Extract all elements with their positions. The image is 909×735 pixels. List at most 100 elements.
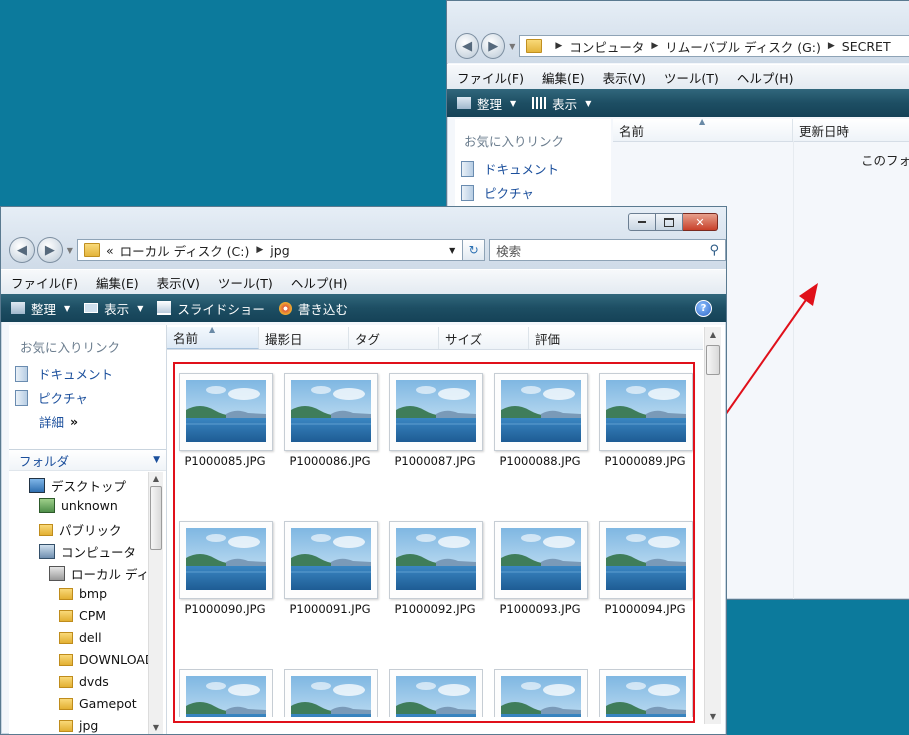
image-thumbnail[interactable] bbox=[179, 521, 273, 599]
image-thumbnail[interactable] bbox=[494, 373, 588, 451]
tree-item[interactable]: dvds bbox=[59, 674, 109, 689]
details-label: 詳細 bbox=[39, 415, 65, 430]
image-thumbnail[interactable] bbox=[179, 669, 273, 717]
tree-scrollbar[interactable]: ▲ ▼ bbox=[148, 472, 163, 734]
folder-icon bbox=[59, 719, 73, 732]
maximize-button[interactable] bbox=[656, 213, 683, 231]
file-name[interactable]: P1000087.JPG bbox=[380, 454, 490, 468]
folder-icon bbox=[39, 523, 53, 536]
minimize-button[interactable] bbox=[628, 213, 656, 231]
tree-item[interactable]: dell bbox=[59, 630, 102, 645]
scroll-down-arrow-icon[interactable]: ▼ bbox=[705, 712, 721, 721]
folder-tree: デスクトップ unknown パブリックコンピュータローカル ディ bmp CPM del… bbox=[9, 472, 149, 734]
image-thumbnail[interactable] bbox=[599, 669, 693, 717]
tree-item[interactable]: unknown bbox=[39, 498, 118, 513]
folders-header[interactable]: フォルダ ▼ bbox=[9, 449, 166, 471]
tree-item[interactable]: Gamepot bbox=[59, 696, 137, 711]
menu-help[interactable]: ヘルプ(H) bbox=[291, 273, 348, 292]
image-thumbnail[interactable] bbox=[389, 669, 483, 717]
image-thumbnail[interactable] bbox=[284, 373, 378, 451]
menu-view[interactable]: 表示(V) bbox=[157, 273, 200, 292]
tree-item[interactable]: CPM bbox=[59, 608, 106, 623]
file-name[interactable]: P1000090.JPG bbox=[170, 602, 280, 616]
file-name[interactable]: P1000091.JPG bbox=[275, 602, 385, 616]
help-icon[interactable]: ? bbox=[695, 299, 712, 317]
back-button[interactable]: ◀ bbox=[9, 237, 35, 263]
tree-item[interactable]: ローカル ディ bbox=[49, 564, 149, 583]
content-scrollbar-thumb[interactable] bbox=[706, 345, 720, 375]
desktop-icon bbox=[29, 478, 45, 493]
image-thumbnail[interactable] bbox=[284, 669, 378, 717]
tree-item-label: bmp bbox=[79, 586, 108, 601]
forward-button[interactable]: ▶ bbox=[36, 237, 63, 263]
scroll-up-arrow-icon[interactable]: ▲ bbox=[149, 474, 163, 483]
image-thumbnail[interactable] bbox=[599, 521, 693, 599]
tree-item[interactable]: jpg bbox=[59, 718, 98, 733]
landscape-image bbox=[501, 676, 581, 717]
menu-tools[interactable]: ツール(T) bbox=[218, 273, 273, 292]
image-thumbnail[interactable] bbox=[179, 373, 273, 451]
refresh-button[interactable]: ↻ bbox=[463, 239, 486, 261]
tree-item-label: デスクトップ bbox=[51, 479, 127, 494]
tree-item-label: ローカル ディ bbox=[71, 567, 149, 582]
favorite-documents[interactable]: ドキュメント bbox=[15, 364, 113, 383]
file-name[interactable]: P1000089.JPG bbox=[590, 454, 700, 468]
landscape-image bbox=[396, 380, 476, 442]
image-thumbnail[interactable] bbox=[389, 373, 483, 451]
file-name[interactable]: P1000094.JPG bbox=[590, 602, 700, 616]
window-controls: ✕ bbox=[628, 213, 718, 231]
column-date-taken[interactable]: 撮影日 bbox=[259, 327, 349, 349]
tree-item-label: パブリック bbox=[59, 523, 122, 538]
navigation-pane: お気に入りリンク ドキュメント ピクチャ 詳細 » フォルダ ▼ デスクトップ u… bbox=[9, 325, 167, 734]
burn-button[interactable]: 書き込む bbox=[278, 299, 348, 318]
recent-pages-dropdown[interactable]: ▼ bbox=[67, 246, 73, 255]
close-button[interactable]: ✕ bbox=[683, 213, 718, 231]
tree-item[interactable]: パブリック bbox=[39, 520, 122, 539]
column-rating[interactable]: 評価 bbox=[529, 327, 703, 349]
tree-scrollbar-thumb[interactable] bbox=[150, 486, 162, 550]
image-thumbnail[interactable] bbox=[494, 669, 588, 717]
tree-item[interactable]: コンピュータ bbox=[39, 542, 136, 561]
tree-item[interactable]: デスクトップ bbox=[29, 476, 126, 495]
search-box[interactable]: 検索 ⚲ bbox=[489, 239, 727, 261]
address-dropdown-icon[interactable]: ▼ bbox=[442, 240, 462, 260]
tree-item-label: dell bbox=[79, 630, 102, 645]
landscape-image bbox=[606, 380, 686, 442]
tree-item[interactable]: DOWNLOAD bbox=[59, 652, 149, 667]
favorite-pictures[interactable]: ピクチャ bbox=[15, 388, 88, 407]
address-bar[interactable]: « ローカル ディスク (C:) ▶ jpg ▼ bbox=[76, 239, 464, 261]
breadcrumb-jpg[interactable]: jpg bbox=[270, 243, 289, 258]
folder-icon bbox=[83, 243, 100, 257]
drive-icon bbox=[49, 566, 65, 581]
menu-edit[interactable]: 編集(E) bbox=[96, 273, 139, 292]
organize-button[interactable]: 整理 ▼ bbox=[11, 299, 70, 318]
column-tags[interactable]: タグ bbox=[349, 327, 439, 349]
search-input[interactable]: 検索 bbox=[496, 241, 521, 260]
folders-title: フォルダ bbox=[19, 453, 70, 469]
tree-item-label: Gamepot bbox=[79, 696, 137, 711]
tree-item[interactable]: bmp bbox=[59, 586, 107, 601]
chevron-down-icon: ▼ bbox=[153, 455, 160, 465]
file-name[interactable]: P1000093.JPG bbox=[485, 602, 595, 616]
column-size[interactable]: サイズ bbox=[439, 327, 529, 349]
file-name[interactable]: P1000088.JPG bbox=[485, 454, 595, 468]
breadcrumb-local-disk[interactable]: ローカル ディスク (C:) bbox=[120, 241, 250, 260]
scroll-down-arrow-icon[interactable]: ▼ bbox=[149, 723, 163, 732]
slideshow-button[interactable]: スライドショー bbox=[157, 299, 265, 318]
folder-icon bbox=[59, 653, 73, 666]
landscape-image bbox=[501, 528, 581, 590]
menu-file[interactable]: ファイル(F) bbox=[11, 273, 78, 292]
image-thumbnail[interactable] bbox=[599, 373, 693, 451]
image-thumbnail[interactable] bbox=[389, 521, 483, 599]
details-link[interactable]: 詳細 » bbox=[39, 412, 78, 431]
view-button[interactable]: 表示 ▼ bbox=[84, 299, 143, 318]
content-scrollbar[interactable]: ▲ ▼ bbox=[704, 327, 721, 724]
file-name[interactable]: P1000092.JPG bbox=[380, 602, 490, 616]
image-thumbnail[interactable] bbox=[284, 521, 378, 599]
file-name[interactable]: P1000085.JPG bbox=[170, 454, 280, 468]
search-icon[interactable]: ⚲ bbox=[709, 243, 719, 258]
file-name[interactable]: P1000086.JPG bbox=[275, 454, 385, 468]
breadcrumb-overflow[interactable]: « bbox=[106, 243, 114, 258]
scroll-up-arrow-icon[interactable]: ▲ bbox=[705, 330, 721, 339]
image-thumbnail[interactable] bbox=[494, 521, 588, 599]
